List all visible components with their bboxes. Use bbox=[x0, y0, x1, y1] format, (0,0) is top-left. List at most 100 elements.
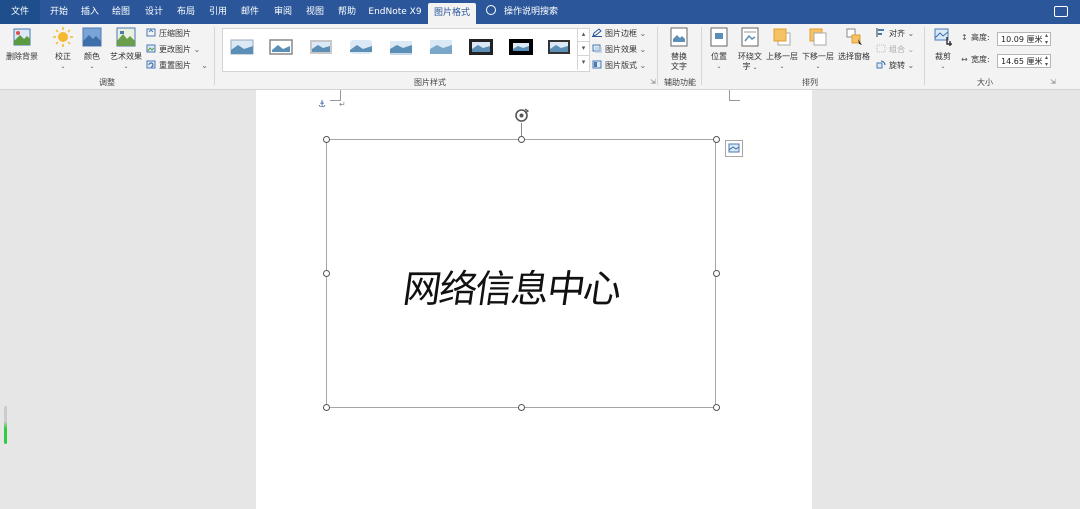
reset-picture-button[interactable]: 重置图片 ⌄ bbox=[146, 60, 208, 72]
gallery-scrollbar[interactable]: ▴ ▾ ▾ bbox=[577, 28, 589, 70]
page-margin-corner bbox=[729, 90, 740, 101]
tab-home[interactable]: 开始 bbox=[44, 0, 74, 24]
lightbulb-icon bbox=[486, 5, 496, 15]
resize-handle-right[interactable] bbox=[713, 270, 720, 277]
picture-effects-button[interactable]: 图片效果 ⌄ bbox=[592, 44, 646, 56]
remove-background-button[interactable]: 删除背景 bbox=[4, 27, 40, 62]
wrap-text-label-1: 环绕文 bbox=[738, 52, 762, 61]
height-spinner-icon[interactable]: ▴ ▾ bbox=[1045, 32, 1048, 46]
bring-forward-icon bbox=[773, 28, 791, 46]
selection-pane-icon bbox=[846, 28, 862, 45]
group-button[interactable]: 组合 ⌄ bbox=[876, 44, 914, 56]
comments-icon[interactable] bbox=[1054, 6, 1068, 17]
width-spinner-icon[interactable]: ▴ ▾ bbox=[1045, 54, 1048, 68]
color-button[interactable]: 颜色 ⌄ bbox=[80, 27, 104, 72]
tab-mailings[interactable]: 邮件 bbox=[235, 0, 265, 24]
crop-label: 裁剪 bbox=[935, 52, 951, 61]
style-thumbnail-5[interactable] bbox=[389, 38, 413, 56]
style-thumbnail-3[interactable] bbox=[309, 38, 333, 56]
rotate-label: 旋转 bbox=[889, 61, 905, 70]
resize-handle-bottom-left[interactable] bbox=[323, 404, 330, 411]
pen-icon bbox=[592, 28, 602, 37]
selection-pane-button[interactable]: 选择窗格 bbox=[836, 27, 872, 62]
send-backward-icon bbox=[809, 28, 827, 46]
crop-button[interactable]: 裁剪 ⌄ bbox=[930, 27, 956, 72]
style-thumbnail-2[interactable] bbox=[269, 38, 293, 56]
remove-background-icon bbox=[13, 28, 31, 46]
tell-me-search[interactable]: 操作说明搜索 bbox=[486, 0, 558, 24]
change-picture-label: 更改图片 bbox=[159, 45, 191, 54]
width-icon: ↔ bbox=[961, 55, 968, 64]
height-input[interactable]: 10.09 厘米 ▴ ▾ bbox=[997, 32, 1051, 46]
tab-help[interactable]: 帮助 bbox=[332, 0, 362, 24]
layout-options-button[interactable] bbox=[725, 140, 743, 157]
tab-review[interactable]: 审阅 bbox=[268, 0, 298, 24]
change-picture-icon bbox=[146, 44, 156, 53]
tab-layout[interactable]: 布局 bbox=[171, 0, 201, 24]
tab-design[interactable]: 设计 bbox=[139, 0, 169, 24]
tab-draw[interactable]: 绘图 bbox=[106, 0, 136, 24]
height-icon: ↕ bbox=[961, 33, 968, 42]
resize-handle-bottom-right[interactable] bbox=[713, 404, 720, 411]
gallery-up-icon[interactable]: ▴ bbox=[578, 28, 589, 42]
resize-handle-top-right[interactable] bbox=[713, 136, 720, 143]
tab-view[interactable]: 视图 bbox=[300, 0, 330, 24]
rotate-button[interactable]: 旋转 ⌄ bbox=[876, 60, 914, 72]
style-thumbnail-1[interactable] bbox=[230, 38, 254, 56]
picture-styles-gallery bbox=[222, 28, 590, 72]
gallery-more-icon[interactable]: ▾ bbox=[578, 56, 589, 69]
effects-icon bbox=[592, 44, 602, 53]
rotate-handle-icon[interactable] bbox=[513, 107, 530, 124]
alt-text-label-1: 替换 bbox=[671, 52, 687, 61]
scroll-indicator[interactable] bbox=[4, 406, 7, 444]
style-thumbnail-9[interactable] bbox=[547, 38, 571, 56]
layout-icon bbox=[592, 60, 602, 69]
layout-options-icon bbox=[728, 143, 740, 153]
send-backward-button[interactable]: 下移一层 ⌄ bbox=[800, 27, 836, 72]
change-picture-button[interactable]: 更改图片 ⌄ bbox=[146, 44, 200, 56]
styles-dialog-launcher-icon[interactable]: ⇲ bbox=[650, 78, 656, 86]
height-value: 10.09 厘米 bbox=[1001, 35, 1043, 44]
style-thumbnail-8[interactable] bbox=[509, 38, 533, 56]
tab-references[interactable]: 引用 bbox=[203, 0, 233, 24]
size-dialog-launcher-icon[interactable]: ⇲ bbox=[1050, 78, 1056, 86]
artistic-effects-button[interactable]: 艺术效果 ⌄ bbox=[108, 27, 144, 72]
remove-background-label: 删除背景 bbox=[6, 52, 38, 61]
paragraph-mark: ↵ bbox=[339, 100, 346, 109]
alt-text-label-2: 文字 bbox=[671, 62, 687, 71]
color-label: 颜色 bbox=[84, 52, 100, 61]
alt-text-button[interactable]: 替换 文字 bbox=[664, 27, 694, 72]
corrections-button[interactable]: 校正 ⌄ bbox=[50, 27, 76, 72]
resize-handle-left[interactable] bbox=[323, 270, 330, 277]
style-thumbnail-6[interactable] bbox=[429, 38, 453, 56]
style-thumbnail-7[interactable] bbox=[469, 38, 493, 56]
position-button[interactable]: 位置 ⌄ bbox=[706, 27, 732, 72]
artistic-effects-icon bbox=[116, 27, 136, 47]
resize-handle-top-left[interactable] bbox=[323, 136, 330, 143]
wrap-text-label-2: 字 bbox=[742, 62, 751, 71]
tab-file[interactable]: 文件 bbox=[0, 0, 40, 24]
tab-endnote[interactable]: EndNote X9 bbox=[366, 0, 424, 24]
style-thumbnail-4[interactable] bbox=[349, 38, 373, 56]
bring-forward-button[interactable]: 上移一层 ⌄ bbox=[764, 27, 800, 72]
picture-effects-label: 图片效果 bbox=[605, 45, 637, 54]
compress-pictures-button[interactable]: 压缩图片 bbox=[146, 28, 191, 40]
wrap-text-button[interactable]: 环绕文 字 ⌄ bbox=[734, 27, 766, 73]
resize-handle-top[interactable] bbox=[518, 136, 525, 143]
bring-forward-label: 上移一层 bbox=[766, 52, 798, 61]
ribbon: 删除背景 校正 ⌄ 颜色 ⌄ 艺术效果 ⌄ 压缩图片 更改图片 ⌄ 重置图片 ⌄… bbox=[0, 24, 1080, 90]
width-input[interactable]: 14.65 厘米 ▴ ▾ bbox=[997, 54, 1051, 68]
signature-text: 网络信息中心 bbox=[400, 267, 623, 311]
picture-styles-group-label: 图片样式 bbox=[414, 78, 446, 87]
send-backward-label: 下移一层 bbox=[802, 52, 834, 61]
color-icon bbox=[82, 27, 102, 47]
group-separator bbox=[214, 27, 215, 85]
align-button[interactable]: 对齐 ⌄ bbox=[876, 28, 914, 40]
picture-layout-button[interactable]: 图片版式 ⌄ bbox=[592, 60, 646, 72]
picture-layout-label: 图片版式 bbox=[605, 61, 637, 70]
picture-border-button[interactable]: 图片边框 ⌄ bbox=[592, 28, 646, 40]
gallery-down-icon[interactable]: ▾ bbox=[578, 42, 589, 56]
tab-insert[interactable]: 插入 bbox=[75, 0, 105, 24]
resize-handle-bottom[interactable] bbox=[518, 404, 525, 411]
tab-picture-format[interactable]: 图片格式 bbox=[428, 3, 476, 24]
